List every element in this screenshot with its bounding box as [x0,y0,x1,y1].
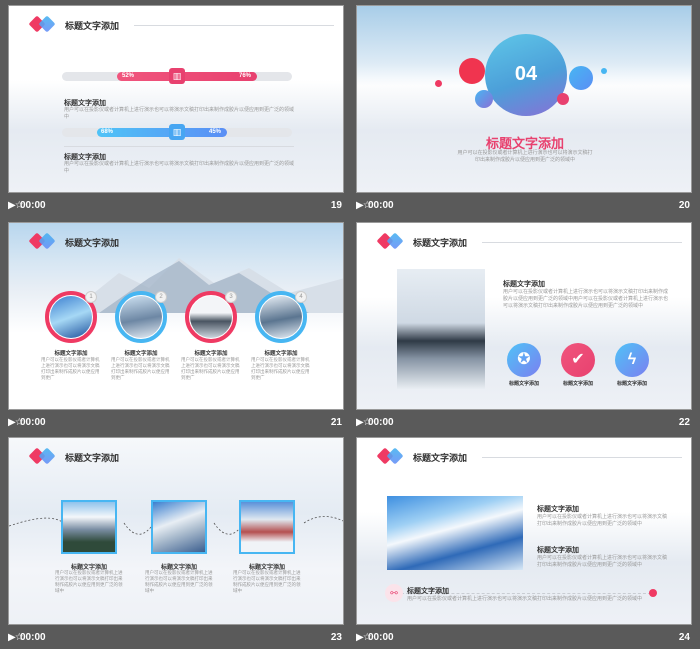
photo-snow-peaks [151,500,207,554]
item-text: 用户可以在投影仪或者计算机上进行演示也可以将演示文稿打印出来制作成胶片以便应用到… [145,570,213,593]
icon-label: 标题文字添加 [562,381,593,387]
item-title: 标题文字添加 [54,351,88,357]
item-text: 用户可以在投影仪或者计算机上进行演示也可以将演示文稿打印出来制作成胶片以便应用到… [181,357,240,380]
logo-icon [376,232,407,250]
item-text: 用户可以在投影仪或者计算机上进行演示也可以将演示文稿打印出来制作成胶片以便应用到… [41,357,100,380]
item-text: 用户可以在投影仪或者计算机上进行演示也可以将演示文稿打印出来制作成胶片以便应用到… [251,357,310,380]
percent-right-1: 76% [239,73,252,79]
section-number: 04 [514,63,538,85]
photo-ice [50,296,92,338]
decor-circle [459,58,485,84]
photo-snow-mountain [397,269,485,389]
slide-title: 标题文字添加 [65,238,120,248]
slide-timing: 00:00 [368,200,394,211]
item-text: 用户可以在投影仪或者计算机上进行演示也可以将演示文稿打印出来制作成胶片以便应用到… [233,570,301,593]
slide-20: 04 标题文字添加 用户可以在投影仪或者计算机上进行演示也可以将演示文稿打印出来… [356,5,692,193]
item-title: 标题文字添加 [194,351,228,357]
bottom-title: 标题文字添加 [407,588,449,595]
slide-footer: ▶☆ 00:00 23 [8,629,344,649]
badge-icon: ✪ [507,343,541,377]
slide-footer: ▶☆ 00:00 24 [356,629,692,649]
block-title-2: 标题文字添加 [537,547,579,554]
slide-timing: 00:00 [368,632,394,643]
slide-footer: ▶☆ 00:00 19 [8,197,344,217]
slide-number: 19 [330,200,342,211]
slide-19: 标题文字添加 52% 76% ▥ 标题文字添加 用户可以在投影仪或者计算机上进行… [8,5,344,193]
block-text: 用户可以在投影仪或者计算机上进行演示也可以将演示文稿打印出来制作成胶片以便应用到… [503,289,669,309]
slide-21: 标题文字添加 1 标题文字添加 用户可以在投影仪或者计算机上进行演示也可以将演示… [8,222,344,410]
slide-timing: 00:00 [20,632,46,643]
item-text: 用户可以在投影仪或者计算机上进行演示也可以将演示文稿打印出来制作成胶片以便应用到… [111,357,170,380]
block-title-1: 标题文字添加 [537,506,579,513]
block-text-1: 用户可以在投影仪或者计算机上进行演示也可以将演示文稿打印出来制作成胶片以便应用到… [537,514,668,527]
percent-right-2: 45% [209,129,222,135]
item-text: 用户可以在投影仪或者计算机上进行演示也可以将演示文稿打印出来制作成胶片以便应用到… [55,570,123,593]
slide-number: 20 [678,200,690,211]
slide-timing: 00:00 [20,417,46,428]
item-title: 标题文字添加 [124,351,158,357]
slide-footer: ▶☆ 00:00 22 [356,414,692,434]
divider [64,146,294,147]
photo-forest-mountain [61,500,117,554]
photo-village [239,500,295,554]
percent-left-2: 68% [101,129,114,135]
icon-label: 标题文字添加 [616,381,647,387]
block-text-1: 用户可以在投影仪或者计算机上进行演示也可以将演示文稿打印出来制作成胶片以便应用到… [64,107,295,120]
logo-icon [376,447,407,465]
slide-number: 21 [330,417,342,428]
logo-icon [28,15,59,33]
photo-peak [260,296,302,338]
progress-fill-1 [117,72,257,81]
slide-number: 23 [330,632,342,643]
decor-circle [557,93,569,105]
slide-24: 标题文字添加 标题文字添加 用户可以在投影仪或者计算机上进行演示也可以将演示文稿… [356,437,692,625]
photo-snowfield [190,296,232,338]
divider [134,25,334,26]
step-number: 2 [155,291,167,303]
step-number: 3 [225,291,237,303]
slide-footer: ▶☆ 00:00 20 [356,197,692,217]
divider [482,242,682,243]
block-text-2: 用户可以在投影仪或者计算机上进行演示也可以将演示文稿打印出来制作成胶片以便应用到… [537,555,668,568]
body-text: 用户可以在投影仪或者计算机上进行演示也可以将演示文稿打印出来制作成胶片以便应用到… [457,150,593,163]
percent-left-1: 52% [122,73,135,79]
bottom-text: 用户可以在投影仪或者计算机上进行演示也可以将演示文稿打印出来制作成胶片以便应用到… [407,596,643,602]
slide-22: 标题文字添加 标题文字添加 用户可以在投影仪或者计算机上进行演示也可以将演示文稿… [356,222,692,410]
decor-circle [569,66,593,90]
step-number: 1 [85,291,97,303]
slide-timing: 00:00 [20,200,46,211]
decor-circle [475,90,493,108]
logo-icon [28,447,59,465]
block-title: 标题文字添加 [503,281,545,288]
decor-circle [601,68,607,74]
slide-title: 标题文字添加 [65,453,120,463]
check-icon: ✔ [561,343,595,377]
slide-title: 标题文字添加 [65,21,120,31]
slide-number: 24 [678,632,690,643]
chart-icon: ▥ [169,124,185,140]
link-icon: ⚯ [385,584,403,602]
slide-23: 标题文字添加 标题文字添加 用户可以在投影仪或者计算机上进行演示也可以将演示文稿… [8,437,344,625]
slide-footer: ▶☆ 00:00 21 [8,414,344,434]
decor-circle [435,80,442,87]
item-title: 标题文字添加 [264,351,298,357]
chart-icon: ▥ [169,68,185,84]
slide-timing: 00:00 [368,417,394,428]
progress-fill-2 [97,128,227,137]
icon-label: 标题文字添加 [508,381,539,387]
logo-icon [28,232,59,250]
photo-mountain [120,296,162,338]
slide-title: 标题文字添加 [413,453,468,463]
photo-aerial-mountain [387,496,523,570]
lightning-icon: ϟ [615,343,649,377]
step-number: 4 [295,291,307,303]
block-text-2: 用户可以在投影仪或者计算机上进行演示也可以将演示文稿打印出来制作成胶片以便应用到… [64,161,295,174]
divider [482,457,682,458]
slide-number: 22 [678,417,690,428]
slide-title: 标题文字添加 [413,238,468,248]
